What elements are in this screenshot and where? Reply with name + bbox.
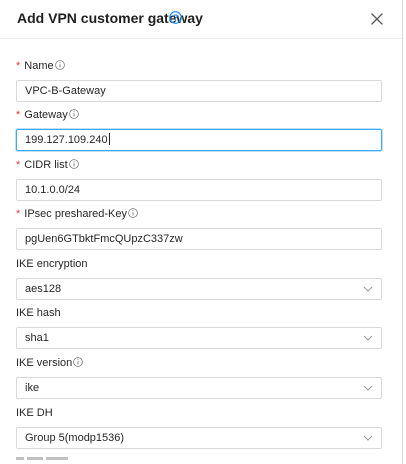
cidr-input[interactable]: 10.1.0.0/24 — [16, 179, 382, 201]
ipsec-input[interactable]: pgUen6GTbktFmcQUpzC337zw — [16, 228, 382, 250]
info-icon — [73, 357, 84, 367]
required-marker: * — [16, 60, 21, 72]
info-icon — [128, 208, 138, 218]
cidr-label: * CIDR list — [16, 158, 79, 172]
close-icon[interactable] — [371, 13, 383, 25]
ike-encryption-value: aes128 — [25, 283, 62, 295]
ike-encryption-label: IKE encryption — [16, 258, 88, 270]
gateway-label-text: Gateway — [24, 109, 68, 121]
chevron-down-icon — [363, 385, 373, 391]
ike-dh-select[interactable]: Group 5(modp1536) — [16, 427, 382, 449]
ike-version-value: ike — [25, 382, 40, 394]
dialog-header: Add VPN customer gateway — [0, 0, 402, 39]
ipsec-label-text: IPsec preshared-Key — [24, 208, 127, 220]
cutoff-label-fragment — [16, 457, 68, 464]
ike-dh-value: Group 5(modp1536) — [25, 432, 125, 444]
gateway-label: * Gateway — [16, 108, 79, 122]
ike-dh-label: IKE DH — [16, 407, 53, 419]
ike-version-label: IKE version — [16, 356, 84, 370]
cidr-label-text: CIDR list — [24, 159, 68, 171]
ike-hash-label: IKE hash — [16, 307, 61, 319]
ike-version-select[interactable]: ike — [16, 377, 382, 399]
info-icon — [68, 159, 79, 169]
ike-hash-select[interactable]: sha1 — [16, 327, 382, 349]
chevron-down-icon — [363, 335, 373, 341]
chevron-down-icon — [363, 435, 373, 441]
ike-hash-value: sha1 — [25, 332, 49, 344]
ike-version-label-text: IKE version — [16, 357, 73, 369]
info-icon — [54, 60, 65, 70]
help-icon[interactable] — [169, 11, 182, 24]
cidr-value: 10.1.0.0/24 — [25, 184, 81, 196]
info-icon — [68, 109, 79, 119]
name-value: VPC-B-Gateway — [25, 85, 106, 97]
required-marker: * — [16, 159, 21, 171]
name-label-text: Name — [24, 60, 54, 72]
name-label: * Name — [16, 59, 65, 73]
ike-encryption-select[interactable]: aes128 — [16, 278, 382, 300]
gateway-input[interactable]: 199.127.109.240 — [16, 129, 382, 151]
required-marker: * — [16, 208, 21, 220]
text-caret — [108, 133, 110, 145]
gateway-value: 199.127.109.240 — [25, 134, 108, 146]
name-input[interactable]: VPC-B-Gateway — [16, 80, 382, 102]
ipsec-value: pgUen6GTbktFmcQUpzC337zw — [25, 233, 183, 245]
chevron-down-icon — [363, 286, 373, 292]
required-marker: * — [16, 109, 21, 121]
ipsec-label: * IPsec preshared-Key — [16, 207, 138, 221]
add-vpn-customer-gateway-dialog: Add VPN customer gateway * Name VPC-B-Gat… — [0, 0, 403, 464]
